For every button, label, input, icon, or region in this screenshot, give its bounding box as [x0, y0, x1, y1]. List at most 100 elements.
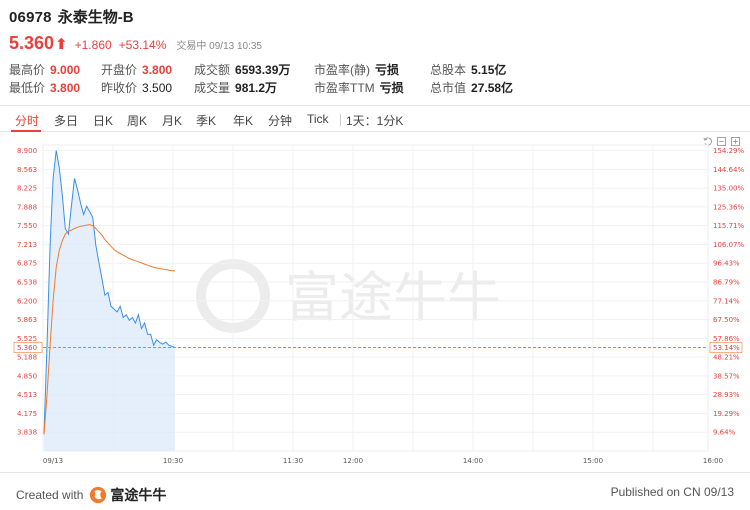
x-tick-label: 10:30 — [163, 457, 183, 465]
futu-logo-icon — [90, 486, 107, 504]
stat-value: 9.000 — [50, 63, 81, 77]
footer: Created with 富途牛牛 Published on CN 09/13 — [0, 472, 750, 510]
y-right-tick-label: 86.79% — [713, 278, 740, 286]
y-right-tick-label: 154.29% — [713, 147, 744, 155]
stat-value: 3.800 — [142, 63, 173, 77]
y-left-tick-label: 8.900 — [17, 147, 37, 155]
futu-brand-text: 富途牛牛 — [110, 487, 167, 503]
tab-tick[interactable]: Tick — [307, 112, 329, 126]
y-left-tick-label: 8.563 — [17, 166, 37, 174]
y-right-tick-label: 57.86% — [713, 335, 740, 343]
tab-monthly-k[interactable]: 月K — [162, 112, 182, 129]
y-left-tick-label: 5.525 — [17, 335, 37, 343]
stat-turnover: 成交额 6593.39万 — [194, 61, 290, 78]
stat-market-cap: 总市值 27.58亿 — [430, 79, 513, 96]
stat-value: 981.2万 — [235, 81, 278, 95]
title-row: 06978 永泰生物-B — [9, 6, 739, 27]
trading-status: 交易中 09/13 10:35 — [176, 41, 262, 52]
tab-intraday[interactable]: 分时 — [15, 112, 39, 129]
y-right-tick-label: 125.36% — [713, 203, 744, 211]
y-left-tick-label: 7.550 — [17, 222, 37, 230]
chart-period-tabs: 分时 多日 日K 周K 月K 季K 年K 分钟 Tick 1天：1分K — [0, 105, 750, 132]
price-change-percent: +53.14% — [118, 38, 167, 52]
chart-svg: 富途牛牛8.900 154.29%8.563 144.64%8.225 135.00%… — [13, 144, 744, 465]
current-price: 5.360 — [9, 33, 55, 53]
y-right-tick-label: 19.29% — [713, 410, 740, 418]
stat-label: 昨收价 — [101, 81, 138, 95]
y-right-tick-label: 96.43% — [713, 260, 740, 268]
tab-quarterly-k[interactable]: 季K — [196, 112, 216, 129]
published-date: Published on CN 09/13 — [610, 485, 734, 499]
y-left-tick-label: 5.188 — [17, 354, 37, 362]
created-with: Created with 富途牛牛 — [16, 485, 166, 505]
tab-minute[interactable]: 分钟 — [268, 112, 292, 129]
y-right-tick-label: 38.57% — [713, 372, 740, 380]
tab-daily-k[interactable]: 日K — [93, 112, 113, 129]
y-right-tick-label: 144.64% — [713, 166, 744, 174]
x-tick-label: 12:00 — [343, 457, 363, 465]
tab-multi-day[interactable]: 多日 — [54, 112, 78, 129]
y-right-tick-label: 9.64% — [713, 429, 736, 437]
current-price-tag-label: 5.360 — [17, 344, 37, 352]
stat-value: 亏损 — [379, 81, 404, 95]
stat-label: 最低价 — [9, 81, 46, 95]
stat-pe-static: 市盈率(静) 亏损 — [314, 61, 399, 78]
y-right-tick-label: 106.07% — [713, 241, 744, 249]
stock-header: 06978 永泰生物-B 5.360 ⬆ +1.860 +53.14% 交易中 … — [9, 6, 739, 95]
y-right-tick-label: 48.21% — [713, 354, 740, 362]
y-left-tick-label: 7.213 — [17, 241, 37, 249]
y-left-tick-label: 3.838 — [17, 429, 37, 437]
price-change: +1.860 — [74, 38, 112, 52]
created-with-text: Created with — [16, 488, 84, 502]
stat-label: 市盈率TTM — [314, 81, 375, 95]
y-left-tick-label: 7.888 — [17, 203, 37, 211]
stat-volume: 成交量 981.2万 — [194, 79, 277, 96]
y-left-tick-label: 6.875 — [17, 260, 37, 268]
stat-label: 最高价 — [9, 63, 46, 77]
y-left-tick-label: 4.850 — [17, 372, 37, 380]
stat-pe-ttm: 市盈率TTM 亏损 — [314, 79, 404, 96]
stat-value: 6593.39万 — [235, 63, 291, 77]
y-right-tick-label: 115.71% — [713, 222, 744, 230]
y-right-tick-label: 67.50% — [713, 316, 740, 324]
tab-yearly-k[interactable]: 年K — [233, 112, 253, 129]
price-row: 5.360 ⬆ +1.860 +53.14% 交易中 09/13 10:35 — [9, 33, 262, 54]
intraday-chart[interactable]: 富途牛牛 8.900 154.29% 8.563 144.64% 8.225 135.00%… — [0, 133, 750, 468]
y-right-tick-label: 135.00% — [713, 185, 744, 193]
stat-prev-close: 昨收价 3.500 — [101, 79, 172, 96]
stock-code: 06978 — [9, 9, 52, 26]
x-tick-label: 15:00 — [583, 457, 603, 465]
stat-label: 开盘价 — [101, 63, 138, 77]
stat-low: 最低价 3.800 — [9, 79, 80, 96]
x-tick-label: 14:00 — [463, 457, 483, 465]
tab-divider — [340, 114, 341, 126]
stat-label: 总市值 — [430, 81, 467, 95]
y-left-tick-label: 6.200 — [17, 297, 37, 305]
x-tick-label: 09/13 — [43, 457, 63, 465]
futu-logo: 富途牛牛 — [89, 485, 166, 505]
active-tab-underline — [11, 130, 41, 132]
stat-label: 成交量 — [194, 81, 231, 95]
tab-weekly-k[interactable]: 周K — [127, 112, 147, 129]
interval-selector[interactable]: 1天：1分K — [346, 112, 403, 129]
y-right-tick-label: 77.14% — [713, 297, 740, 305]
stat-value: 3.500 — [142, 81, 173, 95]
current-pct-tag-label: 53.14% — [713, 344, 740, 352]
stat-high: 最高价 9.000 — [9, 61, 80, 78]
stat-value: 3.800 — [50, 81, 81, 95]
stat-label: 市盈率(静) — [314, 63, 370, 77]
up-arrow-icon: ⬆ — [55, 36, 68, 53]
stock-name: 永泰生物-B — [57, 9, 134, 26]
y-left-tick-label: 4.513 — [17, 391, 37, 399]
y-left-tick-label: 6.538 — [17, 278, 37, 286]
stat-label: 成交额 — [194, 63, 231, 77]
stat-value: 亏损 — [375, 63, 400, 77]
y-right-tick-label: 28.93% — [713, 391, 740, 399]
y-left-tick-label: 5.863 — [17, 316, 37, 324]
stat-label: 总股本 — [430, 63, 467, 77]
y-left-tick-label: 8.225 — [17, 185, 37, 193]
stat-total-shares: 总股本 5.15亿 — [430, 61, 506, 78]
y-left-tick-label: 4.175 — [17, 410, 37, 418]
stat-open: 开盘价 3.800 — [101, 61, 172, 78]
stat-value: 27.58亿 — [471, 81, 514, 95]
